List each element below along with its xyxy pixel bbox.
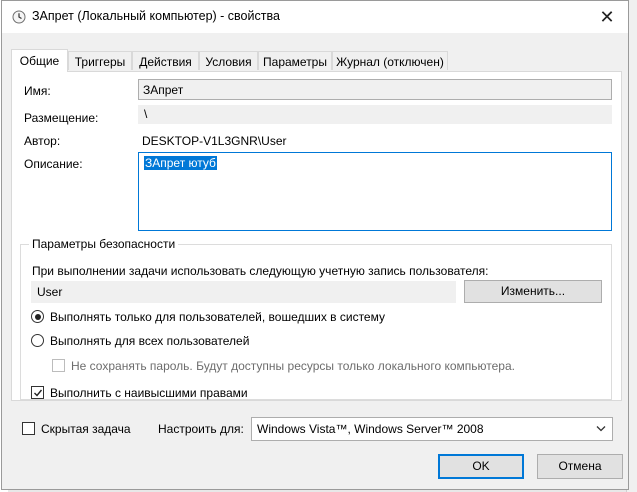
name-label: Имя: [24, 84, 51, 98]
change-user-button[interactable]: Изменить... [464, 280, 602, 303]
radio-selected-dot [34, 313, 41, 320]
close-button[interactable]: ✕ [594, 4, 620, 30]
tab-triggers[interactable]: Триггеры [68, 51, 132, 70]
highest-privileges-checkbox[interactable] [31, 386, 44, 399]
hidden-task-label: Скрытая задача [41, 422, 131, 436]
configure-for-value: Windows Vista™, Windows Server™ 2008 [257, 422, 484, 436]
tab-general[interactable]: Общие [11, 49, 68, 72]
radio-all-users[interactable] [31, 334, 44, 347]
tab-settings[interactable]: Параметры [258, 51, 332, 70]
title-bar: ЗАпрет (Локальный компьютер) - свойства … [2, 1, 628, 33]
radio-logged-on-label: Выполнять только для пользователей, воше… [50, 310, 385, 324]
description-field[interactable]: ЗАпрет ютуб [138, 152, 612, 231]
no-store-password-label: Не сохранять пароль. Будут доступны ресу… [71, 359, 515, 373]
description-label: Описание: [24, 157, 83, 171]
cancel-button[interactable]: Отмена [537, 454, 623, 479]
security-group-title: Параметры безопасности [29, 237, 179, 251]
location-label: Размещение: [24, 111, 99, 125]
hidden-task-checkbox[interactable] [22, 422, 35, 435]
tab-actions[interactable]: Действия [132, 51, 199, 70]
location-value: \ [138, 105, 612, 124]
account-field: User [31, 281, 456, 303]
highest-privileges-label: Выполнить с наивысшими правами [50, 386, 248, 400]
configure-for-select[interactable]: Windows Vista™, Windows Server™ 2008 [251, 417, 613, 441]
name-field[interactable]: ЗАпрет [138, 79, 612, 100]
description-text: ЗАпрет ютуб [144, 156, 217, 170]
configure-for-label: Настроить для: [158, 422, 244, 436]
tab-history[interactable]: Журнал (отключен) [332, 51, 448, 70]
no-store-password-checkbox[interactable] [52, 359, 65, 372]
radio-all-users-label: Выполнять для всех пользователей [50, 334, 250, 348]
author-label: Автор: [24, 134, 61, 148]
tab-conditions[interactable]: Условия [199, 51, 258, 70]
ok-button[interactable]: OK [438, 454, 524, 479]
clock-icon [12, 10, 26, 24]
window-title: ЗАпрет (Локальный компьютер) - свойства [32, 9, 280, 23]
chevron-down-icon [596, 426, 606, 432]
checkmark-icon [34, 389, 43, 397]
properties-dialog: ЗАпрет (Локальный компьютер) - свойства … [1, 0, 629, 490]
account-prompt: При выполнении задачи использовать следу… [32, 264, 489, 278]
author-value: DESKTOP-V1L3GNR\User [142, 134, 287, 148]
radio-logged-on[interactable] [31, 310, 44, 323]
